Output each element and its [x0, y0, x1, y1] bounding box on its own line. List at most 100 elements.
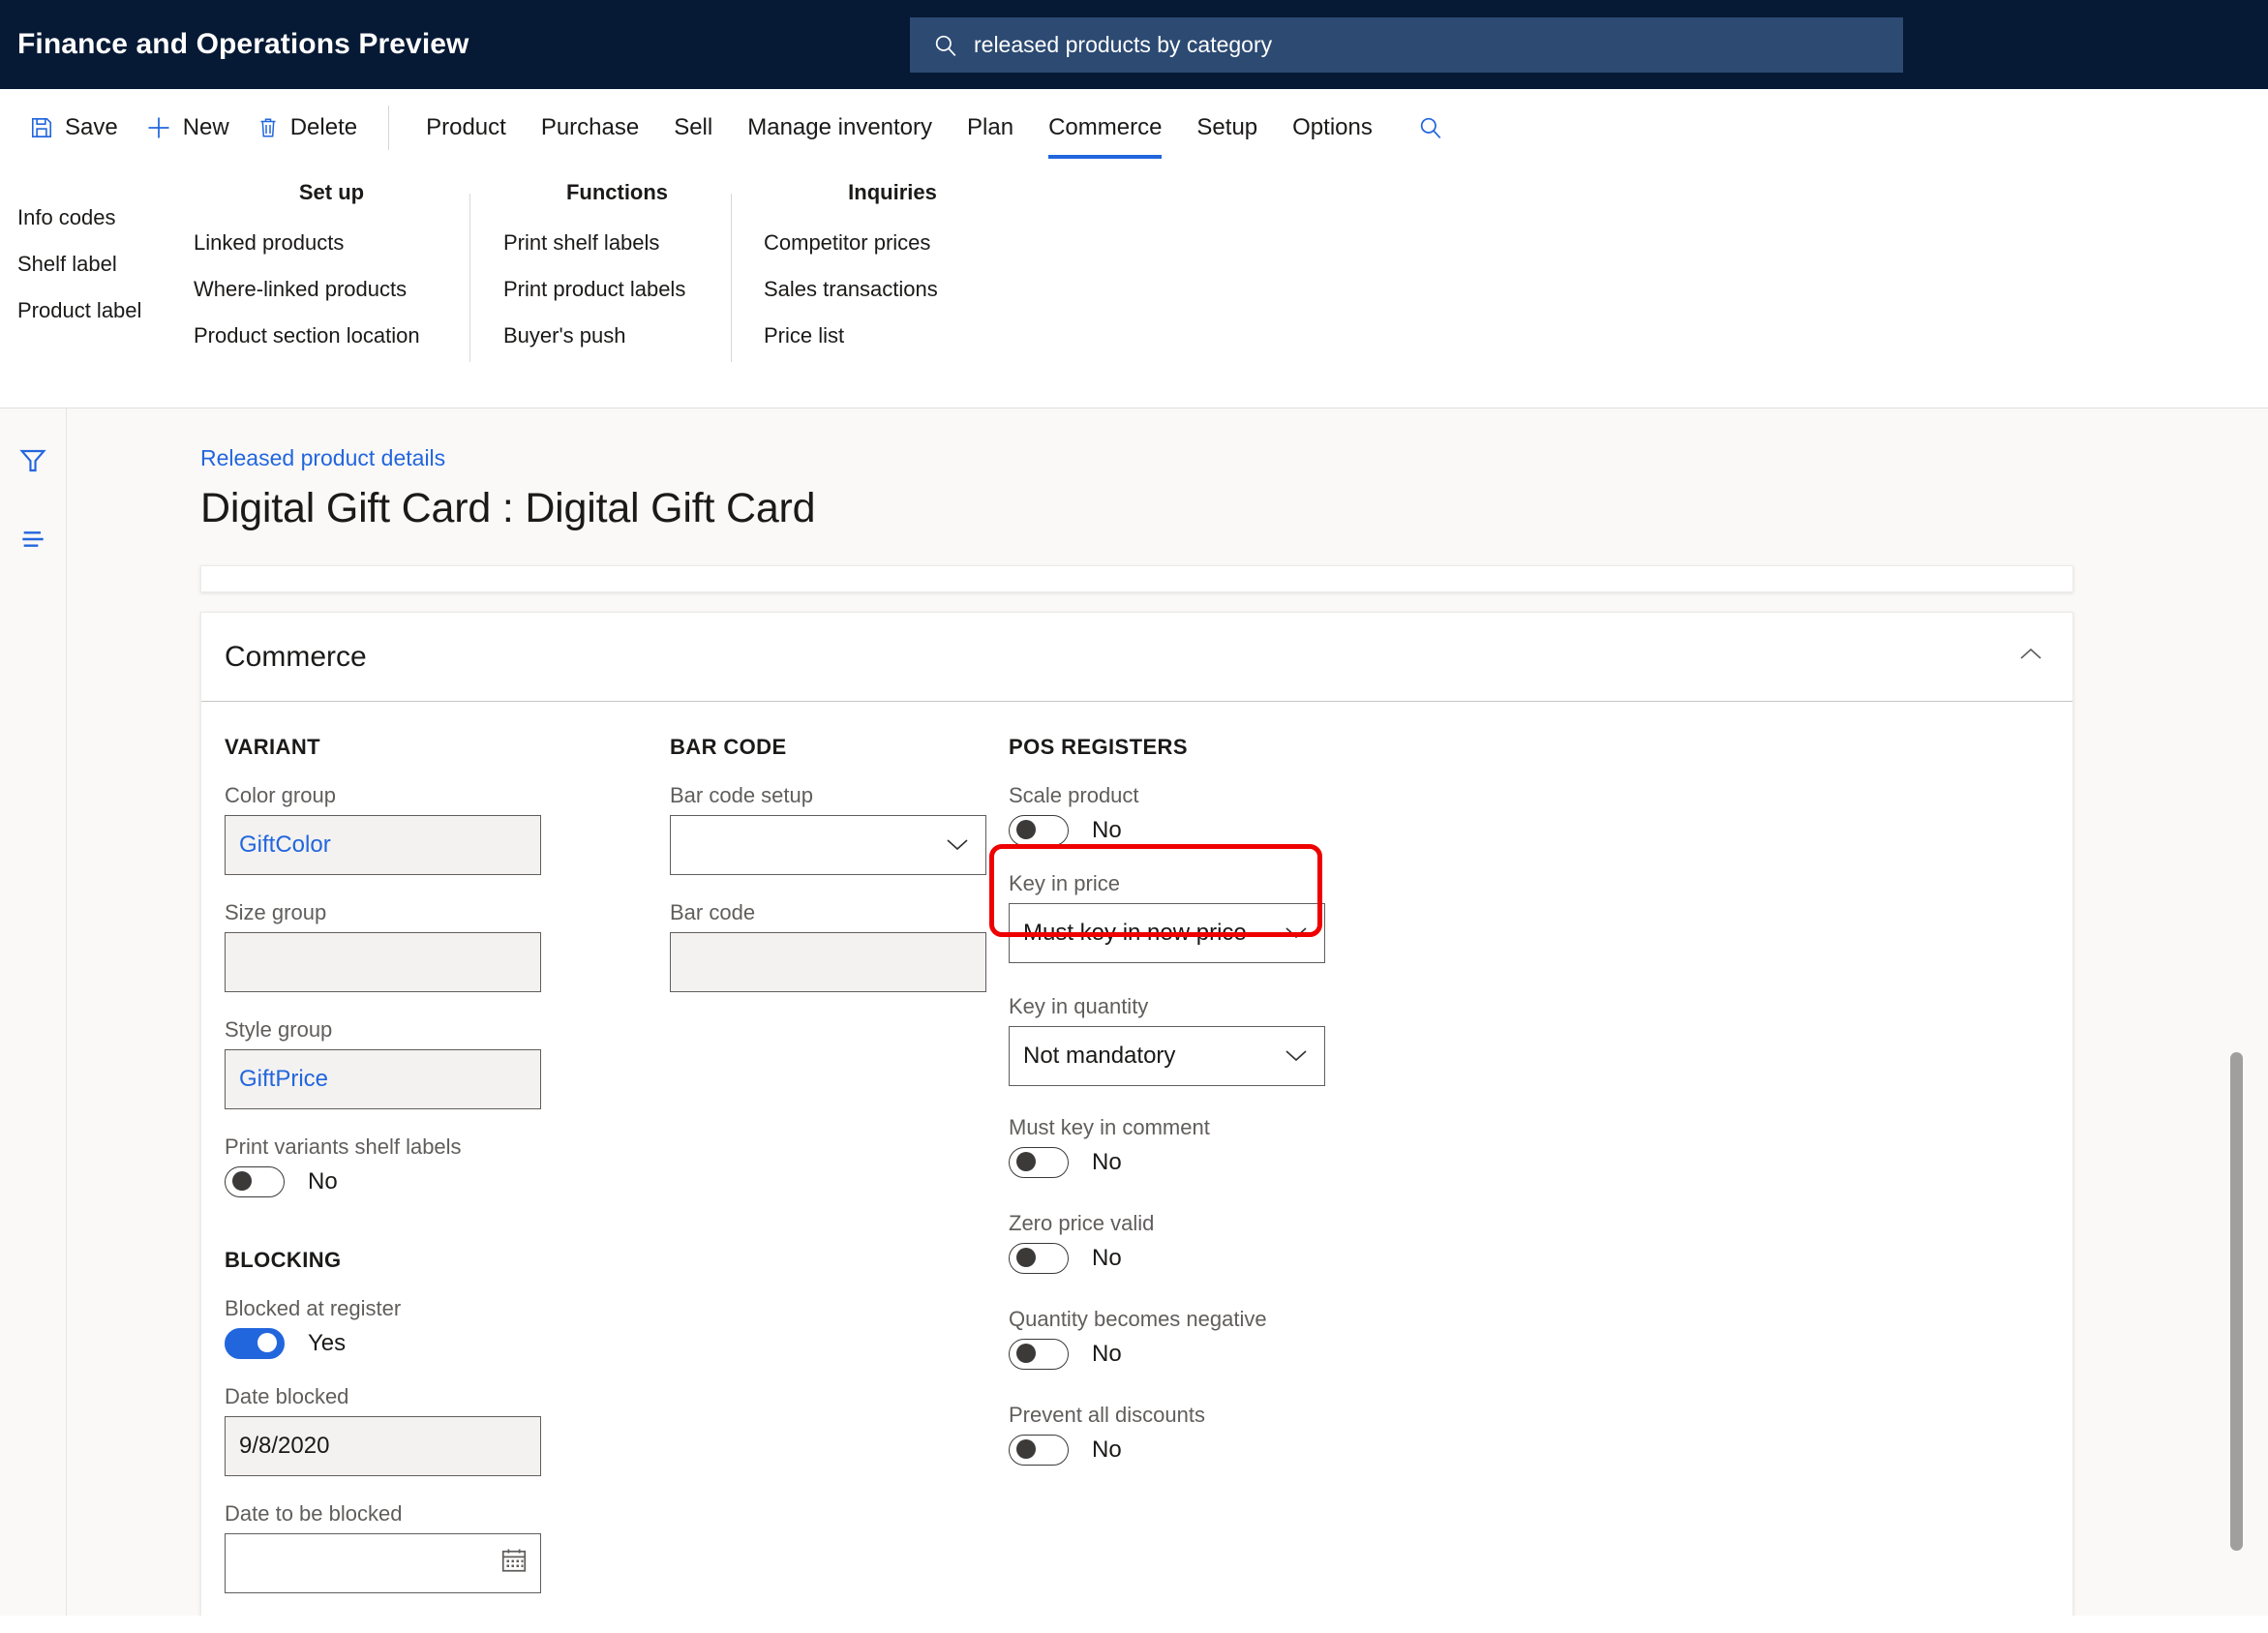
- print-variants-shelf-labels-toggle[interactable]: [225, 1166, 285, 1197]
- vertical-scrollbar-track[interactable]: [2207, 408, 2268, 1616]
- ribbon-divider: [388, 106, 390, 150]
- flyout-group-setup: Set up Linked products Where-linked prod…: [194, 180, 469, 370]
- bar-code-setup-select[interactable]: [670, 815, 986, 875]
- print-variants-shelf-labels-label: Print variants shelf labels: [225, 1134, 462, 1159]
- tab-options-label: Options: [1292, 114, 1373, 140]
- commerce-panel-body: VARIANT Color group GiftColor Size group…: [201, 702, 2072, 1616]
- commerce-panel-header[interactable]: Commerce: [201, 613, 2072, 702]
- new-label: New: [182, 114, 229, 140]
- menu-item-info-codes[interactable]: Info codes: [17, 205, 194, 230]
- global-search-input[interactable]: released products by category: [910, 17, 1903, 73]
- flyout-group-inquiries: Inquiries Competitor prices Sales transa…: [731, 180, 1021, 370]
- menu-item-buyers-push[interactable]: Buyer's push: [503, 323, 731, 348]
- blocked-at-register-label: Blocked at register: [225, 1296, 402, 1320]
- menu-item-print-shelf-labels[interactable]: Print shelf labels: [503, 230, 731, 256]
- scale-product-row: No: [1009, 815, 1431, 846]
- variant-group-header: VARIANT: [225, 735, 320, 759]
- chevron-up-icon[interactable]: [2018, 647, 2043, 667]
- menu-item-shelf-label[interactable]: Shelf label: [17, 252, 194, 277]
- tab-manage-inventory-label: Manage inventory: [747, 114, 933, 140]
- flyout-group-functions: Functions Print shelf labels Print produ…: [469, 180, 731, 370]
- bar-code-input[interactable]: [670, 932, 986, 992]
- bar-code-field: Bar code: [670, 900, 986, 992]
- tab-manage-inventory[interactable]: Manage inventory: [730, 89, 950, 166]
- tab-purchase[interactable]: Purchase: [524, 89, 656, 166]
- bar-code-label: Bar code: [670, 900, 756, 924]
- delete-label: Delete: [289, 114, 358, 140]
- color-group-label: Color group: [225, 783, 336, 807]
- flyout-group-inquiries-header: Inquiries: [848, 180, 937, 204]
- prevent-all-discounts-field: Prevent all discounts No: [1009, 1403, 1431, 1466]
- quantity-becomes-negative-toggle[interactable]: [1009, 1339, 1069, 1370]
- blocked-at-register-toggle[interactable]: [225, 1328, 285, 1359]
- tab-plan[interactable]: Plan: [950, 89, 1031, 166]
- menu-item-product-section-location[interactable]: Product section location: [194, 323, 469, 348]
- vertical-scrollbar[interactable]: [2230, 408, 2243, 1616]
- vertical-scrollbar-thumb[interactable]: [2230, 1052, 2243, 1551]
- scale-product-label: Scale product: [1009, 783, 1139, 807]
- menu-item-price-list[interactable]: Price list: [764, 323, 1021, 348]
- tab-purchase-label: Purchase: [540, 114, 640, 140]
- bar-code-setup-label: Bar code setup: [670, 783, 813, 807]
- tab-options[interactable]: Options: [1275, 89, 1390, 166]
- barcode-group-header: BAR CODE: [670, 735, 787, 759]
- date-to-be-blocked-label: Date to be blocked: [225, 1501, 403, 1526]
- menu-item-product-label[interactable]: Product label: [17, 298, 194, 323]
- key-in-price-label: Key in price: [1009, 871, 1120, 895]
- plus-icon: [145, 114, 172, 141]
- list-lines-icon[interactable]: [17, 524, 48, 559]
- menu-item-sales-transactions[interactable]: Sales transactions: [764, 277, 1021, 302]
- tab-sell[interactable]: Sell: [656, 89, 730, 166]
- prevent-all-discounts-label: Prevent all discounts: [1009, 1403, 1205, 1427]
- scale-product-toggle[interactable]: [1009, 815, 1069, 846]
- zero-price-valid-toggle[interactable]: [1009, 1243, 1069, 1274]
- size-group-input[interactable]: [225, 932, 541, 992]
- date-blocked-label: Date blocked: [225, 1384, 349, 1408]
- key-in-quantity-select[interactable]: Not mandatory: [1009, 1026, 1325, 1086]
- save-button[interactable]: Save: [15, 89, 132, 166]
- flyout-group-0: Info codes Shelf label Product label: [0, 180, 194, 370]
- app-title: Finance and Operations Preview: [17, 28, 469, 60]
- style-group-input[interactable]: GiftPrice: [225, 1049, 541, 1109]
- prevent-all-discounts-toggle[interactable]: [1009, 1435, 1069, 1466]
- style-group-label: Style group: [225, 1017, 333, 1042]
- zero-price-valid-row: No: [1009, 1243, 1431, 1274]
- date-blocked-input[interactable]: 9/8/2020: [225, 1416, 541, 1476]
- key-in-quantity-label: Key in quantity: [1009, 994, 1149, 1018]
- filter-icon[interactable]: [17, 445, 48, 481]
- menu-item-print-product-labels[interactable]: Print product labels: [503, 277, 731, 302]
- tab-setup[interactable]: Setup: [1179, 89, 1275, 166]
- key-in-price-select[interactable]: Must key in new price: [1009, 903, 1325, 963]
- color-group-input[interactable]: GiftColor: [225, 815, 541, 875]
- tab-product[interactable]: Product: [408, 89, 524, 166]
- delete-button[interactable]: Delete: [243, 89, 371, 166]
- key-in-quantity-value: Not mandatory: [1023, 1043, 1176, 1069]
- flyout-group-setup-header: Set up: [298, 180, 365, 204]
- calendar-icon[interactable]: [499, 1546, 529, 1582]
- print-variants-shelf-labels-value: No: [308, 1168, 338, 1195]
- date-to-be-blocked-input[interactable]: [225, 1533, 541, 1593]
- chevron-down-icon: [1284, 920, 1309, 947]
- style-group-field: Style group GiftPrice: [225, 1017, 647, 1109]
- menu-item-competitor-prices[interactable]: Competitor prices: [764, 230, 1021, 256]
- scale-product-field: Scale product No: [1009, 783, 1431, 846]
- menu-item-where-linked-products[interactable]: Where-linked products: [194, 277, 469, 302]
- commerce-panel-title: Commerce: [225, 640, 367, 673]
- menu-item-linked-products[interactable]: Linked products: [194, 230, 469, 256]
- must-key-in-comment-value: No: [1092, 1149, 1122, 1175]
- breadcrumb[interactable]: Released product details: [200, 445, 445, 471]
- save-label: Save: [65, 114, 118, 140]
- new-button[interactable]: New: [132, 89, 243, 166]
- ribbon-search-button[interactable]: [1404, 89, 1458, 166]
- trash-icon: [257, 115, 280, 140]
- zero-price-valid-value: No: [1092, 1245, 1122, 1271]
- search-icon: [935, 35, 956, 56]
- tab-commerce[interactable]: Commerce: [1031, 89, 1179, 166]
- commerce-panel: Commerce VARIANT Color group GiftColor S…: [200, 612, 2073, 1616]
- variant-column: VARIANT Color group GiftColor Size group…: [201, 735, 647, 1616]
- must-key-in-comment-toggle[interactable]: [1009, 1147, 1069, 1178]
- must-key-in-comment-label: Must key in comment: [1009, 1115, 1210, 1139]
- blocked-at-register-value: Yes: [308, 1330, 347, 1356]
- commerce-menu-flyout: Info codes Shelf label Product label Set…: [0, 166, 2268, 408]
- chevron-down-icon: [1284, 1043, 1309, 1070]
